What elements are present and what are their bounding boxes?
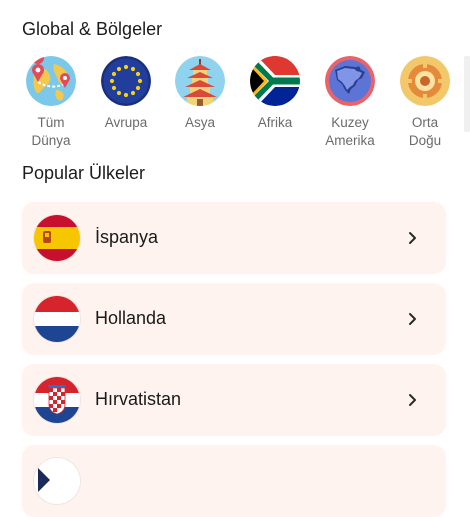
- region-label-line2: Dünya: [31, 133, 71, 148]
- country-card-spain[interactable]: İspanya: [22, 202, 446, 274]
- south-africa-flag-icon: [250, 56, 300, 106]
- region-label-line2: Amerika: [325, 133, 375, 148]
- chevron-right-icon: [409, 313, 416, 325]
- region-item-asia[interactable]: Asya: [160, 56, 240, 132]
- country-name: Hırvatistan: [95, 389, 182, 409]
- chevron-right-icon: [409, 232, 416, 244]
- spain-flag-icon: [34, 215, 80, 261]
- countries-section-title: Popular Ülkeler: [22, 163, 146, 183]
- regions-section-title: Global & Bölgeler: [22, 19, 163, 39]
- region-label: Orta Doğu: [385, 114, 465, 150]
- region-label: Asya: [160, 114, 240, 132]
- scroll-edge: [464, 56, 470, 132]
- chevron-right-icon: [409, 394, 416, 406]
- country-card-croatia[interactable]: Hırvatistan: [22, 364, 446, 436]
- region-item-europe[interactable]: Avrupa: [86, 56, 166, 132]
- globe-pins-icon: [26, 56, 76, 106]
- region-label: Kuzey Amerika: [310, 114, 390, 150]
- region-item-africa[interactable]: Afrika: [235, 56, 315, 132]
- netherlands-flag-icon: [34, 296, 80, 342]
- partial-flag-icon: [34, 458, 80, 504]
- country-name: Hollanda: [95, 308, 167, 328]
- region-item-middle-east[interactable]: Orta Doğu: [385, 56, 465, 150]
- region-label-line1: Asya: [184, 115, 215, 130]
- country-card-partial[interactable]: [22, 445, 446, 517]
- region-label-line1: Orta: [411, 115, 439, 130]
- region-label-line2: Doğu: [408, 133, 442, 148]
- north-america-map-icon: [325, 56, 375, 106]
- eu-flag-icon: [101, 56, 151, 106]
- regions-carousel[interactable]: Tüm Dünya Avrupa Asya Afrika Kuzey Ameri…: [0, 56, 470, 156]
- region-label: Tüm Dünya: [11, 114, 91, 150]
- pagoda-icon: [175, 56, 225, 106]
- country-name: İspanya: [95, 227, 159, 247]
- region-label: Afrika: [235, 114, 315, 132]
- region-label-line1: Avrupa: [104, 115, 148, 130]
- region-item-world[interactable]: Tüm Dünya: [11, 56, 91, 150]
- region-label: Avrupa: [86, 114, 166, 132]
- region-label-line1: Afrika: [257, 115, 293, 130]
- region-label-line1: Tüm: [37, 115, 65, 130]
- region-item-north-america[interactable]: Kuzey Amerika: [310, 56, 390, 150]
- croatia-flag-icon: [34, 377, 80, 423]
- region-label-line1: Kuzey: [331, 115, 369, 130]
- country-card-netherlands[interactable]: Hollanda: [22, 283, 446, 355]
- middle-east-ornament-icon: [400, 56, 450, 106]
